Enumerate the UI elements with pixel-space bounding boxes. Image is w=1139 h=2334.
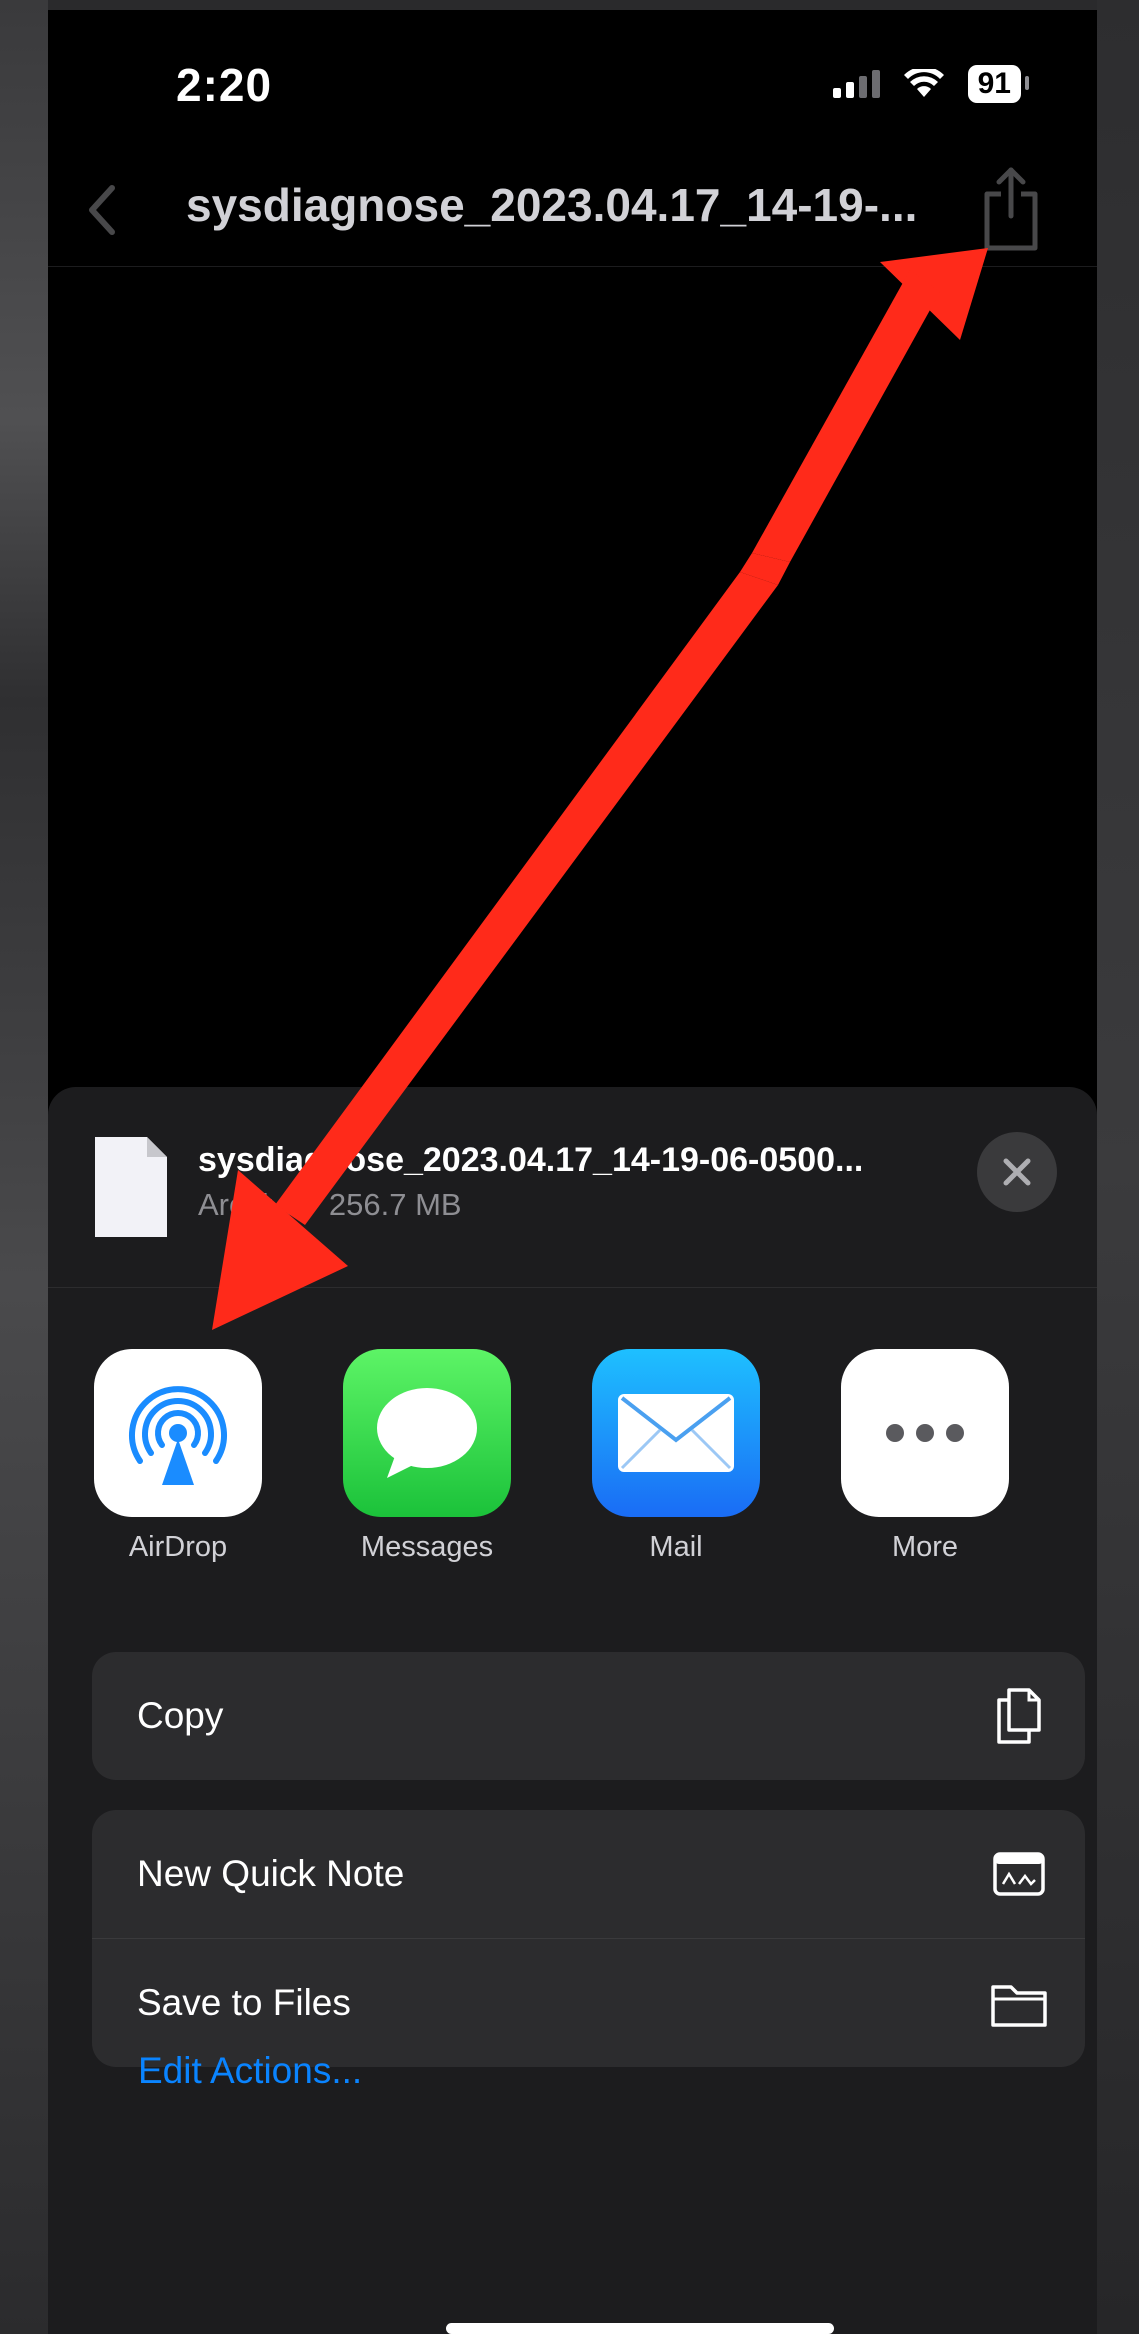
file-name: sysdiagnose_2023.04.17_14-19-06-0500...	[198, 1141, 864, 1179]
copy-action[interactable]: Copy	[92, 1652, 1085, 1780]
copy-icon	[997, 1688, 1041, 1744]
home-indicator[interactable]	[446, 2323, 834, 2334]
share-sheet: sysdiagnose_2023.04.17_14-19-06-0500... …	[48, 1087, 1097, 2334]
back-chevron-icon[interactable]	[68, 170, 138, 250]
app-mail[interactable]: Mail	[591, 1349, 761, 1564]
wifi-icon	[903, 69, 944, 97]
navigation-bar: sysdiagnose_2023.04.17_14-19-...	[48, 160, 1097, 267]
app-label: More	[891, 1531, 959, 1563]
share-apps-row: AirDrop Messages Mail More	[48, 1349, 1097, 1579]
save-to-files-label: Save to Files	[137, 1982, 351, 2023]
status-time: 2:20	[176, 59, 273, 111]
close-icon	[1003, 1158, 1031, 1186]
messages-icon	[343, 1349, 511, 1517]
save-to-files-action[interactable]: Save to Files	[92, 1938, 1085, 2067]
file-meta: Archive · 256.7 MB	[198, 1187, 462, 1222]
new-quick-note-action[interactable]: New Quick Note	[92, 1810, 1085, 1938]
action-group-copy: Copy	[92, 1652, 1085, 1780]
new-quick-note-label: New Quick Note	[137, 1853, 405, 1894]
battery-icon: 91	[967, 65, 1030, 103]
close-button[interactable]	[977, 1132, 1057, 1212]
more-icon	[841, 1349, 1009, 1517]
folder-icon	[991, 1985, 1047, 2027]
quick-note-icon	[993, 1852, 1045, 1896]
background-right	[1097, 0, 1139, 2334]
nav-title: sysdiagnose_2023.04.17_14-19-...	[186, 179, 918, 231]
background-left	[0, 0, 48, 2334]
app-label: Messages	[360, 1531, 494, 1563]
app-more[interactable]: More	[840, 1349, 1010, 1564]
edit-actions-link[interactable]: Edit Actions...	[138, 2050, 362, 2092]
app-airdrop[interactable]: AirDrop	[93, 1349, 263, 1564]
airdrop-icon	[94, 1349, 262, 1517]
phone-screen: 2:20 91 sysdiagnose_2023.04.17_14-19-...	[48, 10, 1097, 2334]
app-messages[interactable]: Messages	[342, 1349, 512, 1564]
cellular-signal-icon	[832, 70, 880, 98]
action-group-notes-files: New Quick Note Save to Files	[92, 1810, 1085, 2067]
copy-label: Copy	[137, 1695, 224, 1736]
share-sheet-header: sysdiagnose_2023.04.17_14-19-06-0500... …	[48, 1087, 1097, 1288]
status-icons: 91	[832, 65, 1030, 103]
share-icon[interactable]	[973, 164, 1049, 254]
mail-icon	[592, 1349, 760, 1517]
app-label: AirDrop	[128, 1531, 228, 1563]
app-label: Mail	[649, 1531, 703, 1563]
document-icon	[95, 1137, 167, 1237]
